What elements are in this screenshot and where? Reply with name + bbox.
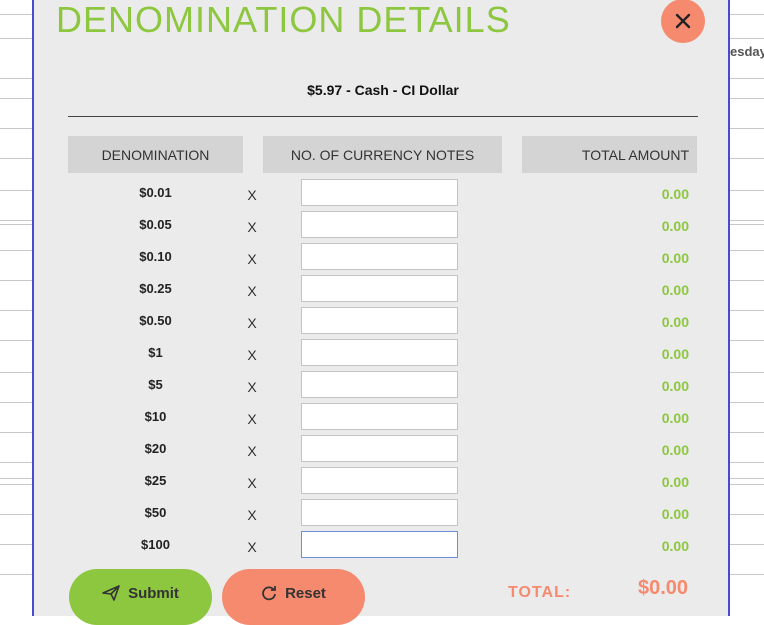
denomination-row: $50 X 0.00 <box>34 499 732 531</box>
multiply-symbol: X <box>247 411 257 427</box>
denomination-value: $1 <box>148 345 163 360</box>
denomination-row: $10 X 0.00 <box>34 403 732 435</box>
row-amount: 0.00 <box>661 314 689 330</box>
denomination-value: $5 <box>148 377 163 392</box>
row-amount: 0.00 <box>661 250 689 266</box>
denomination-row: $0.01 X 0.00 <box>34 179 732 211</box>
denomination-value: $100 <box>141 537 170 552</box>
column-header-denomination: DENOMINATION <box>68 136 243 173</box>
reset-label: Reset <box>285 585 326 602</box>
multiply-symbol: X <box>247 219 257 235</box>
notes-count-input[interactable] <box>301 243 458 270</box>
denomination-value: $25 <box>144 473 167 488</box>
total-value: $0.00 <box>638 577 689 599</box>
denomination-row: $25 X 0.00 <box>34 467 732 499</box>
close-icon <box>675 13 691 29</box>
divider <box>68 116 698 117</box>
notes-count-input[interactable] <box>301 371 458 398</box>
notes-count-input[interactable] <box>301 307 458 334</box>
dialog-title: DENOMINATION DETAILS <box>56 0 511 40</box>
denomination-value: $50 <box>144 505 167 520</box>
row-amount: 0.00 <box>661 506 689 522</box>
row-amount: 0.00 <box>661 346 689 362</box>
paper-plane-icon <box>102 585 120 605</box>
notes-count-input[interactable] <box>301 275 458 302</box>
column-header-notes: NO. OF CURRENCY NOTES <box>263 136 502 173</box>
row-amount: 0.00 <box>661 378 689 394</box>
background-day-label: esday <box>730 44 764 59</box>
row-amount: 0.00 <box>661 410 689 426</box>
denomination-row: $100 X 0.00 <box>34 531 732 563</box>
multiply-symbol: X <box>247 315 257 331</box>
notes-count-input[interactable] <box>301 467 458 494</box>
multiply-symbol: X <box>247 507 257 523</box>
multiply-symbol: X <box>247 251 257 267</box>
notes-count-input[interactable] <box>301 339 458 366</box>
submit-button[interactable]: Submit <box>69 569 212 625</box>
multiply-symbol: X <box>247 443 257 459</box>
denomination-value: $0.10 <box>139 249 172 264</box>
notes-count-input[interactable] <box>301 499 458 526</box>
denomination-row: $5 X 0.00 <box>34 371 732 403</box>
denomination-value: $20 <box>144 441 167 456</box>
notes-count-input[interactable] <box>301 531 458 558</box>
notes-count-input[interactable] <box>301 403 458 430</box>
transaction-summary: $5.97 - Cash - CI Dollar <box>307 82 459 98</box>
denomination-row: $20 X 0.00 <box>34 435 732 467</box>
notes-count-input[interactable] <box>301 211 458 238</box>
row-amount: 0.00 <box>661 218 689 234</box>
row-amount: 0.00 <box>661 474 689 490</box>
denomination-row: $0.50 X 0.00 <box>34 307 732 339</box>
refresh-icon <box>261 585 277 605</box>
denomination-value: $0.50 <box>139 313 172 328</box>
total-label: TOTAL: <box>508 584 572 601</box>
multiply-symbol: X <box>247 539 257 555</box>
multiply-symbol: X <box>247 187 257 203</box>
denomination-row: $0.10 X 0.00 <box>34 243 732 275</box>
close-button[interactable] <box>661 0 705 43</box>
denomination-row: $0.05 X 0.00 <box>34 211 732 243</box>
denomination-row: $1 X 0.00 <box>34 339 732 371</box>
row-amount: 0.00 <box>661 186 689 202</box>
notes-count-input[interactable] <box>301 179 458 206</box>
multiply-symbol: X <box>247 283 257 299</box>
row-amount: 0.00 <box>661 538 689 554</box>
denomination-value: $0.05 <box>139 217 172 232</box>
notes-count-input[interactable] <box>301 435 458 462</box>
denomination-value: $10 <box>144 409 167 424</box>
denomination-row: $0.25 X 0.00 <box>34 275 732 307</box>
denomination-value: $0.01 <box>139 185 172 200</box>
multiply-symbol: X <box>247 475 257 491</box>
denomination-value: $0.25 <box>139 281 172 296</box>
column-header-total: TOTAL AMOUNT <box>522 136 697 173</box>
multiply-symbol: X <box>247 347 257 363</box>
row-amount: 0.00 <box>661 282 689 298</box>
multiply-symbol: X <box>247 379 257 395</box>
denomination-dialog: DENOMINATION DETAILS $5.97 - Cash - CI D… <box>32 0 732 625</box>
reset-button[interactable]: Reset <box>222 569 365 625</box>
submit-label: Submit <box>128 585 179 602</box>
row-amount: 0.00 <box>661 442 689 458</box>
